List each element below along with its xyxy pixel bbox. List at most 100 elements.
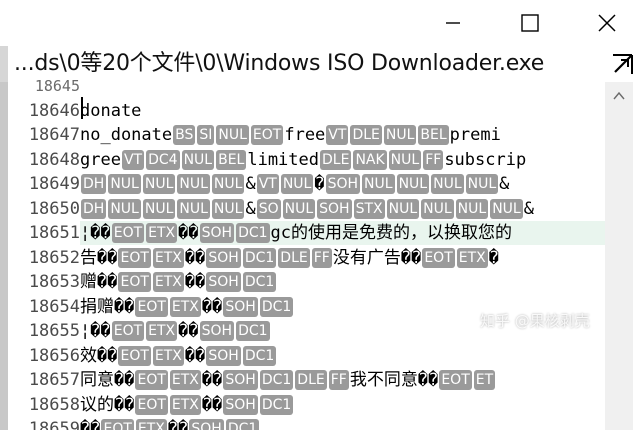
maximize-button[interactable] (492, 0, 568, 46)
control-char-badge: NUL (396, 174, 430, 194)
text-line-row[interactable]: 赠�� EOT ETX �� SOH DC1 (80, 270, 605, 294)
text-segment: gc的使用是免费的，以换取您的 (270, 223, 513, 243)
line-number: 18658 (28, 394, 80, 415)
line-number-gutter: 18645 18646 18647 18648 18649 18650 18651 18652… (8, 77, 80, 430)
control-char-badge: VT (256, 174, 279, 194)
control-char-badge: DC1 (242, 345, 277, 366)
control-char-badge: SOH (199, 223, 235, 243)
control-char-badge: ETX (135, 419, 167, 430)
text-line-row[interactable]: 效�� EOT ETX �� SOH DC1 (80, 344, 605, 368)
line-number: 18659 (28, 419, 80, 430)
line-number: 18652 (28, 247, 80, 268)
text-segment: 议的�� (80, 394, 135, 415)
control-char-badge: SOH (206, 272, 241, 292)
text-line-row[interactable]: DH NUL NUL NUL NUL & SO NUL SOH STX NUL NUL NUL NUL & (80, 197, 605, 221)
text-segment: & (245, 174, 256, 194)
vertical-scrollbar[interactable] (605, 82, 633, 430)
control-char-badge: ETX (169, 296, 201, 317)
text-line-row[interactable]: donate (80, 99, 605, 123)
text-segment: ¦�� (80, 223, 111, 243)
control-char-badge: SOH (189, 419, 224, 430)
text-segment: & (499, 174, 510, 194)
control-char-badge: STX (353, 198, 385, 219)
title-bar[interactable] (0, 0, 641, 46)
text-line-row[interactable]: gree VT DC4 NUL BEL limited DLE NAK NUL FF subsc… (80, 148, 605, 172)
text-segment: premi (449, 125, 501, 145)
text-segment: ¦�� (80, 321, 111, 341)
close-button[interactable] (569, 0, 641, 46)
text-line-row[interactable] (80, 82, 605, 98)
editor-content[interactable]: donate no_donate BS SI NUL EOT free VT DLE NUL… (80, 82, 605, 430)
control-char-badge: NUL (211, 198, 245, 219)
control-char-badge: NUL (490, 198, 523, 219)
text-segment: �� (178, 223, 199, 243)
text-segment: �� (178, 321, 199, 341)
control-char-badge: NUL (421, 198, 454, 219)
control-char-badge: DC1 (225, 419, 260, 430)
control-char-badge: BEL (216, 149, 247, 170)
text-line-row[interactable]: 同意�� EOT ETX �� SOH DC1 DLE FF 我不同意�� EOT ET (80, 368, 605, 392)
text-segment: no_donate (80, 125, 173, 145)
text-segment: �� (184, 345, 206, 366)
control-char-badge: SOH (206, 345, 241, 366)
file-path-bar[interactable]: ...ds\0等20个文件\0\Windows ISO Downloader.e… (0, 46, 641, 82)
text-line-row[interactable]: �� EOT ETX �� SOH DC1 (80, 417, 605, 430)
text-line-row[interactable]: DH NUL NUL NUL NUL & VT NUL � SOH NUL NUL NUL NUL & (80, 172, 605, 196)
control-char-badge: SOH (223, 296, 258, 317)
text-segment: 效�� (80, 345, 118, 366)
control-char-badge: EOT (118, 345, 151, 366)
control-char-badge: SO (256, 198, 281, 219)
line-number: 18657 (28, 370, 80, 390)
text-segment: & (523, 198, 534, 219)
control-char-badge: NUL (383, 125, 417, 145)
control-char-badge: NUL (142, 198, 176, 219)
text-segment: �� (80, 419, 101, 430)
control-char-badge: DLE (278, 247, 310, 268)
text-segment: subscrip (444, 149, 527, 170)
control-char-badge: ETX (152, 272, 184, 292)
control-char-badge: EOT (118, 247, 151, 268)
text-segment: gree (80, 149, 121, 170)
control-char-badge: EOT (439, 370, 472, 390)
scroll-up-button[interactable] (609, 86, 629, 106)
control-char-badge: NUL (465, 174, 499, 194)
open-external-icon[interactable] (609, 52, 635, 78)
text-line-row[interactable]: 告�� EOT ETX �� SOH DC1 DLE FF 没有广告�� EOT ETX � (80, 246, 605, 270)
control-char-badge: DLE (350, 125, 382, 145)
control-char-badge: EOT (111, 223, 145, 243)
control-char-badge: VT (121, 149, 145, 170)
text-segment: � (314, 174, 325, 194)
line-number: 18650 (28, 198, 80, 219)
text-segment: 捐赠�� (80, 296, 135, 317)
line-number: 18647 (28, 125, 80, 145)
line-number: 18649 (28, 174, 80, 194)
control-char-badge: ETX (152, 345, 184, 366)
control-char-badge: NAK (353, 149, 387, 170)
line-number: 18654 (28, 296, 80, 317)
control-char-badge: DC1 (236, 223, 270, 243)
maximize-icon (521, 14, 539, 32)
control-char-badge: NUL (108, 174, 141, 194)
text-segment: limited (247, 149, 319, 170)
control-char-badge: NUL (431, 174, 464, 194)
path-bar-edge (0, 46, 8, 82)
text-segment: 告�� (80, 247, 118, 268)
current-line-row[interactable]: ¦�� EOT ETX �� SOH DC1 gc的使用是免费的，以换取您的 (80, 221, 605, 245)
text-caret (81, 97, 83, 119)
control-char-badge: NUL (142, 174, 176, 194)
line-number: 18656 (28, 345, 80, 366)
control-char-badge: SOH (223, 370, 258, 390)
text-segment: �� (184, 272, 206, 292)
text-line-row[interactable]: 议的�� EOT ETX �� SOH DC1 (80, 393, 605, 417)
control-char-badge: FF (328, 370, 349, 390)
hex-text-editor[interactable]: 18645 18646 18647 18648 18649 18650 18651 18652… (0, 77, 641, 430)
control-char-badge: NUL (282, 198, 316, 219)
control-char-badge: NUL (388, 149, 422, 170)
right-edge (633, 82, 641, 430)
control-char-badge: ETX (146, 321, 178, 341)
text-line-row[interactable]: no_donate BS SI NUL EOT free VT DLE NUL BEL prem… (80, 123, 605, 147)
control-char-badge: DLE (320, 149, 352, 170)
left-edge-strip (0, 82, 8, 430)
minimize-button[interactable] (415, 0, 491, 46)
text-segment: 没有广告�� (332, 247, 422, 268)
